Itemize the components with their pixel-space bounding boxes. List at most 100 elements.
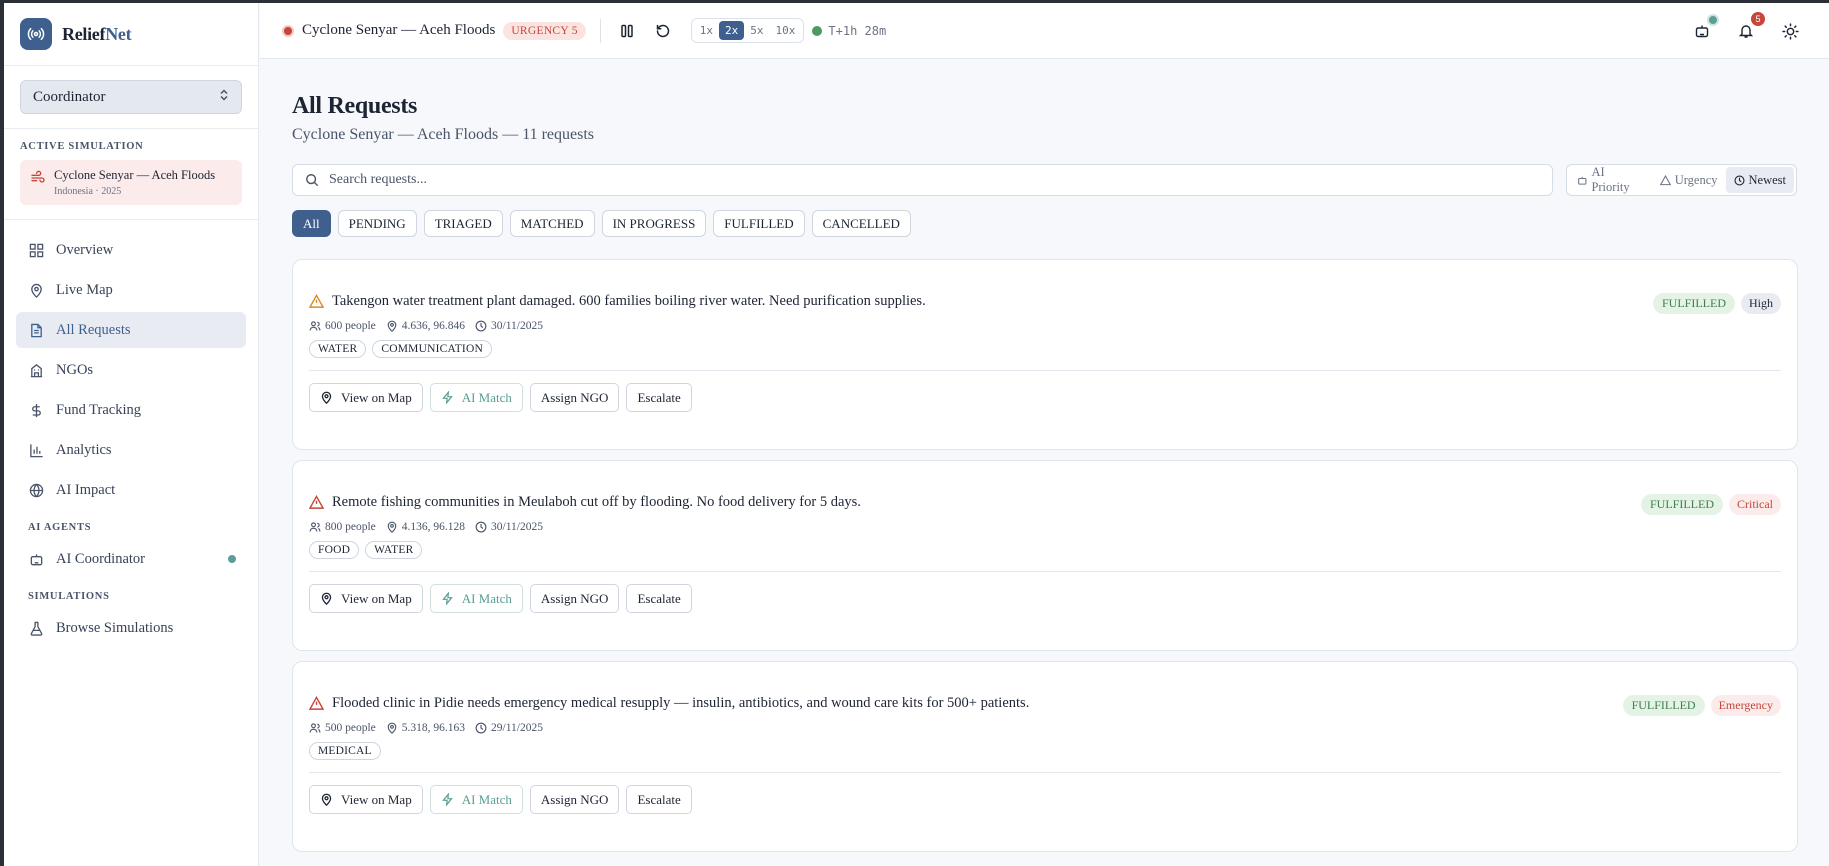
search-box xyxy=(292,164,1553,196)
sidebar-item-label: Overview xyxy=(56,241,114,258)
filter-cancelled[interactable]: CANCELLED xyxy=(811,210,911,237)
escalate-button[interactable]: Escalate xyxy=(626,383,692,412)
view-on-map-button[interactable]: View on Map xyxy=(309,785,423,814)
clock-icon xyxy=(475,722,487,734)
sidebar-item-label: All Requests xyxy=(56,321,131,338)
grid-icon xyxy=(28,242,44,258)
robot-icon xyxy=(28,551,44,567)
request-tag: WATER xyxy=(309,340,367,358)
clock-icon xyxy=(475,320,487,332)
sidebar-item-fund-tracking[interactable]: Fund Tracking xyxy=(16,392,246,428)
status-badge: FULFILLED xyxy=(1622,695,1705,716)
escalate-button[interactable]: Escalate xyxy=(626,785,692,814)
speed-10x[interactable]: 10x xyxy=(770,21,802,40)
speed-1x[interactable]: 1x xyxy=(694,21,719,40)
ai-match-button[interactable]: AI Match xyxy=(429,584,523,613)
divider xyxy=(309,772,1781,773)
active-simulation-sub: Indonesia · 2025 xyxy=(54,186,122,197)
simulations-section-label: SIMULATIONS xyxy=(28,591,110,602)
filter-matched[interactable]: MATCHED xyxy=(509,210,595,237)
sidebar-item-all-requests[interactable]: All Requests xyxy=(16,312,246,348)
divider xyxy=(309,571,1781,572)
sidebar-item-overview[interactable]: Overview xyxy=(16,232,246,268)
request-date: 29/11/2025 xyxy=(491,722,543,734)
map-pin-icon xyxy=(321,592,332,605)
ai-online-badge xyxy=(1707,14,1719,26)
request-card[interactable]: Takengon water treatment plant damaged. … xyxy=(292,259,1798,450)
request-title: Flooded clinic in Pidie needs emergency … xyxy=(332,695,1030,711)
assign-ngo-button[interactable]: Assign NGO xyxy=(529,383,620,412)
divider xyxy=(309,370,1781,371)
theme-toggle-button[interactable] xyxy=(1779,20,1801,42)
assign-ngo-button[interactable]: Assign NGO xyxy=(529,584,620,613)
sidebar-item-live-map[interactable]: Live Map xyxy=(16,272,246,308)
request-card[interactable]: Flooded clinic in Pidie needs emergency … xyxy=(292,661,1798,852)
sort-newest[interactable]: Newest xyxy=(1725,167,1794,193)
simulation-clock: T+1h 28m xyxy=(812,24,886,38)
request-tag: MEDICAL xyxy=(309,742,381,760)
sidebar-item-label: AI Impact xyxy=(56,481,116,498)
top-bar: Cyclone Senyar — Aceh Floods URGENCY 5 1… xyxy=(260,3,1829,59)
map-pin-icon xyxy=(321,391,332,404)
role-select[interactable]: Coordinator xyxy=(20,80,242,114)
warning-icon xyxy=(1659,174,1671,185)
broadcast-icon xyxy=(20,18,52,50)
sidebar-item-label: NGOs xyxy=(56,361,94,378)
ai-assistant-button[interactable] xyxy=(1691,14,1719,42)
sidebar-item-label: Browse Simulations xyxy=(56,619,174,636)
request-coords: 5.318, 96.163 xyxy=(401,722,466,734)
filter-fulfilled[interactable]: FULFILLED xyxy=(713,210,805,237)
lightning-icon xyxy=(441,793,453,806)
building-icon xyxy=(28,362,44,378)
speed-5x[interactable]: 5x xyxy=(744,21,769,40)
globe-icon xyxy=(28,482,44,498)
status-badge: FULFILLED xyxy=(1653,293,1735,314)
filter-all[interactable]: All xyxy=(292,210,331,237)
map-pin-icon xyxy=(28,282,44,298)
sidebar-item-ai-coordinator[interactable]: AI Coordinator xyxy=(16,541,246,577)
request-coords: 4.136, 96.128 xyxy=(401,521,466,533)
search-icon xyxy=(306,174,319,187)
active-simulation-label: ACTIVE SIMULATION xyxy=(20,141,144,152)
clock-value: T+1h 28m xyxy=(828,23,887,38)
reset-button[interactable] xyxy=(651,19,675,43)
online-status-dot xyxy=(228,555,236,563)
ai-agents-section-label: AI AGENTS xyxy=(28,522,92,533)
sidebar-item-ai-impact[interactable]: AI Impact xyxy=(16,472,246,508)
ai-match-button[interactable]: AI Match xyxy=(429,785,523,814)
active-simulation-card[interactable]: Cyclone Senyar — Aceh Floods Indonesia ·… xyxy=(20,160,242,205)
filter-pending[interactable]: PENDING xyxy=(337,210,417,237)
brand[interactable]: ReliefNet xyxy=(4,3,258,66)
sidebar-item-browse-simulations[interactable]: Browse Simulations xyxy=(16,610,246,646)
assign-ngo-button[interactable]: Assign NGO xyxy=(529,785,620,814)
warning-icon xyxy=(309,495,324,509)
sort-label: Urgency xyxy=(1674,172,1718,187)
sidebar-item-label: Live Map xyxy=(56,281,113,298)
rotate-icon xyxy=(656,24,670,37)
sidebar-item-ngos[interactable]: NGOs xyxy=(16,352,246,388)
escalate-button[interactable]: Escalate xyxy=(626,584,692,613)
sort-ai-priority[interactable]: AI Priority xyxy=(1569,165,1652,194)
warning-icon xyxy=(309,696,324,710)
speed-2x[interactable]: 2x xyxy=(719,21,745,40)
speed-selector: 1x 2x 5x 10x xyxy=(690,18,805,43)
request-people: 500 people xyxy=(325,722,376,734)
view-on-map-button[interactable]: View on Map xyxy=(309,584,423,613)
request-tag: WATER xyxy=(365,541,423,559)
chevron-updown-icon xyxy=(219,88,229,106)
bell-icon xyxy=(1738,25,1754,38)
sort-urgency[interactable]: Urgency xyxy=(1652,167,1726,193)
request-coords: 4.636, 96.846 xyxy=(401,320,466,332)
sidebar-item-analytics[interactable]: Analytics xyxy=(16,432,246,468)
sidebar-item-label: Analytics xyxy=(56,441,112,458)
divider xyxy=(599,18,601,43)
filter-in-progress[interactable]: IN PROGRESS xyxy=(601,210,707,237)
notifications-button[interactable]: 5 xyxy=(1735,12,1765,42)
ai-match-button[interactable]: AI Match xyxy=(429,383,523,412)
sort-selector: AI Priority Urgency Newest xyxy=(1565,164,1797,196)
filter-triaged[interactable]: TRIAGED xyxy=(423,210,503,237)
search-input[interactable] xyxy=(329,172,1514,188)
view-on-map-button[interactable]: View on Map xyxy=(309,383,423,412)
request-card[interactable]: Remote fishing communities in Meulaboh c… xyxy=(292,460,1798,651)
pause-button[interactable] xyxy=(615,19,639,43)
